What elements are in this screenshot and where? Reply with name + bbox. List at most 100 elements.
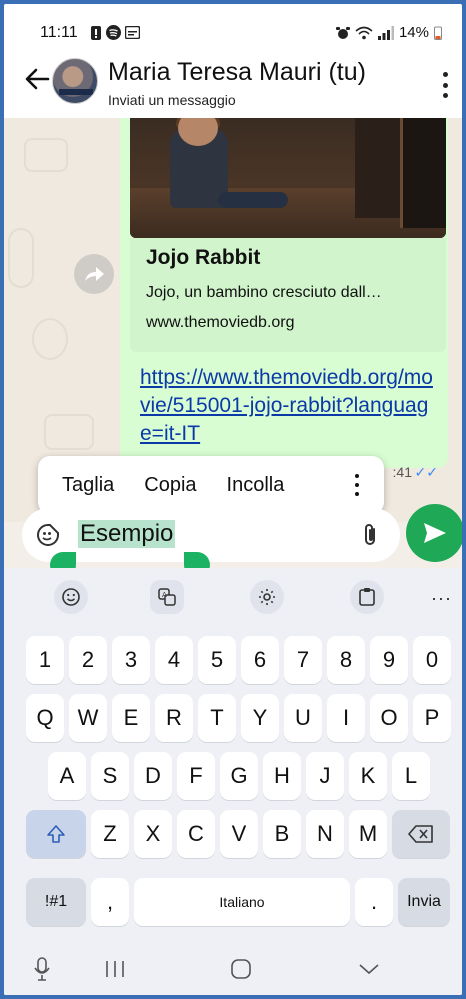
key-z[interactable]: Z <box>91 810 129 858</box>
sticker-icon[interactable] <box>36 523 60 547</box>
message-input[interactable]: Esempio <box>78 520 176 548</box>
settings-icon[interactable] <box>250 580 284 614</box>
signal-icon <box>377 25 394 40</box>
key-j[interactable]: J <box>306 752 344 800</box>
keyboard-row-z: Z X C V B N M <box>4 810 462 860</box>
key-q[interactable]: Q <box>26 694 64 742</box>
key-f[interactable]: F <box>177 752 215 800</box>
symbols-key[interactable]: !#1 <box>26 878 86 926</box>
send-button[interactable] <box>406 504 462 562</box>
link-preview-image[interactable] <box>130 118 446 238</box>
avatar[interactable] <box>52 58 98 104</box>
menu-copy[interactable]: Copia <box>129 474 211 497</box>
message-bubble[interactable]: Jojo Rabbit Jojo, un bambino cresciuto d… <box>120 118 448 480</box>
key-e[interactable]: E <box>112 694 150 742</box>
spotify-icon <box>106 25 121 40</box>
contact-subtitle: Inviati un messaggio <box>108 92 236 108</box>
emoji-icon[interactable] <box>54 580 88 614</box>
key-8[interactable]: 8 <box>327 636 365 684</box>
message-time: :41 <box>392 464 412 480</box>
key-p[interactable]: P <box>413 694 451 742</box>
text-selection-menu: Taglia Copia Incolla <box>38 456 384 514</box>
home-icon[interactable] <box>226 956 256 982</box>
chat-header: Maria Teresa Mauri (tu) Inviati un messa… <box>4 52 462 118</box>
phone-screen: 11:11 14% Maria Teresa Mauri (tu) Inviat… <box>4 4 462 995</box>
menu-cut[interactable]: Taglia <box>38 474 129 497</box>
shift-icon <box>47 825 65 843</box>
key-c[interactable]: C <box>177 810 215 858</box>
key-5[interactable]: 5 <box>198 636 236 684</box>
message-composer[interactable]: Esempio <box>22 508 400 562</box>
backspace-key[interactable] <box>392 810 450 858</box>
gallery-icon <box>125 26 140 39</box>
contact-name[interactable]: Maria Teresa Mauri (tu) <box>108 58 366 87</box>
back-arrow-icon[interactable] <box>22 64 52 94</box>
key-4[interactable]: 4 <box>155 636 193 684</box>
status-time: 11:11 <box>40 24 78 41</box>
key-k[interactable]: K <box>349 752 387 800</box>
keyboard-row-a: A S D F G H J K L <box>4 752 462 802</box>
wallpaper-doodle <box>8 228 34 288</box>
keyboard-toolbar: A ··· <box>4 576 462 620</box>
forward-button[interactable] <box>74 254 114 294</box>
send-icon <box>424 523 446 543</box>
key-1[interactable]: 1 <box>26 636 64 684</box>
key-u[interactable]: U <box>284 694 322 742</box>
keyboard-row-numbers: 1 2 3 4 5 6 7 8 9 0 <box>4 636 462 686</box>
key-9[interactable]: 9 <box>370 636 408 684</box>
key-n[interactable]: N <box>306 810 344 858</box>
read-ticks-icon: ✓✓ <box>414 464 438 480</box>
comma-key[interactable]: , <box>91 878 129 926</box>
clipboard-icon[interactable] <box>350 580 384 614</box>
key-m[interactable]: M <box>349 810 387 858</box>
more-options-icon[interactable] <box>440 72 450 98</box>
keyboard: A ··· 1 2 3 4 5 6 7 8 9 0 Q W E R T Y U … <box>4 568 462 995</box>
hide-keyboard-icon[interactable] <box>354 956 384 982</box>
attach-icon[interactable] <box>358 522 382 548</box>
shift-key[interactable] <box>26 810 86 858</box>
key-g[interactable]: G <box>220 752 258 800</box>
space-key[interactable]: Italiano <box>134 878 350 926</box>
message-link[interactable]: https://www.themoviedb.org/movie/515001-… <box>140 364 440 448</box>
menu-paste[interactable]: Incolla <box>212 474 300 497</box>
recents-icon[interactable] <box>100 956 130 982</box>
key-i[interactable]: I <box>327 694 365 742</box>
key-6[interactable]: 6 <box>241 636 279 684</box>
link-domain: www.themoviedb.org <box>146 314 295 331</box>
wifi-icon <box>355 26 373 39</box>
battery-icon <box>434 26 442 40</box>
key-w[interactable]: W <box>69 694 107 742</box>
backspace-icon <box>408 825 433 843</box>
key-2[interactable]: 2 <box>69 636 107 684</box>
microphone-icon[interactable] <box>28 956 56 982</box>
key-v[interactable]: V <box>220 810 258 858</box>
enter-key[interactable]: Invia <box>398 878 450 926</box>
translate-icon[interactable]: A <box>150 580 184 614</box>
period-key[interactable]: . <box>355 878 393 926</box>
key-3[interactable]: 3 <box>112 636 150 684</box>
key-b[interactable]: B <box>263 810 301 858</box>
key-d[interactable]: D <box>134 752 172 800</box>
key-t[interactable]: T <box>198 694 236 742</box>
wallpaper-doodle <box>32 318 68 360</box>
key-0[interactable]: 0 <box>413 636 451 684</box>
key-l[interactable]: L <box>392 752 430 800</box>
menu-more-icon[interactable] <box>354 474 360 496</box>
wallpaper-doodle <box>44 414 94 450</box>
key-7[interactable]: 7 <box>284 636 322 684</box>
link-title: Jojo Rabbit <box>146 246 261 269</box>
key-o[interactable]: O <box>370 694 408 742</box>
keyboard-row-q: Q W E R T Y U I O P <box>4 694 462 744</box>
svg-text:A: A <box>162 591 167 599</box>
wallpaper-doodle <box>24 138 68 172</box>
key-r[interactable]: R <box>155 694 193 742</box>
keyboard-row-bottom: !#1 , Italiano . Invia <box>4 878 462 928</box>
key-a[interactable]: A <box>48 752 86 800</box>
key-y[interactable]: Y <box>241 694 279 742</box>
link-description: Jojo, un bambino cresciuto dall… <box>146 284 382 301</box>
key-h[interactable]: H <box>263 752 301 800</box>
key-x[interactable]: X <box>134 810 172 858</box>
key-s[interactable]: S <box>91 752 129 800</box>
forward-icon <box>85 267 104 281</box>
toolbar-more-icon[interactable]: ··· <box>431 588 452 609</box>
